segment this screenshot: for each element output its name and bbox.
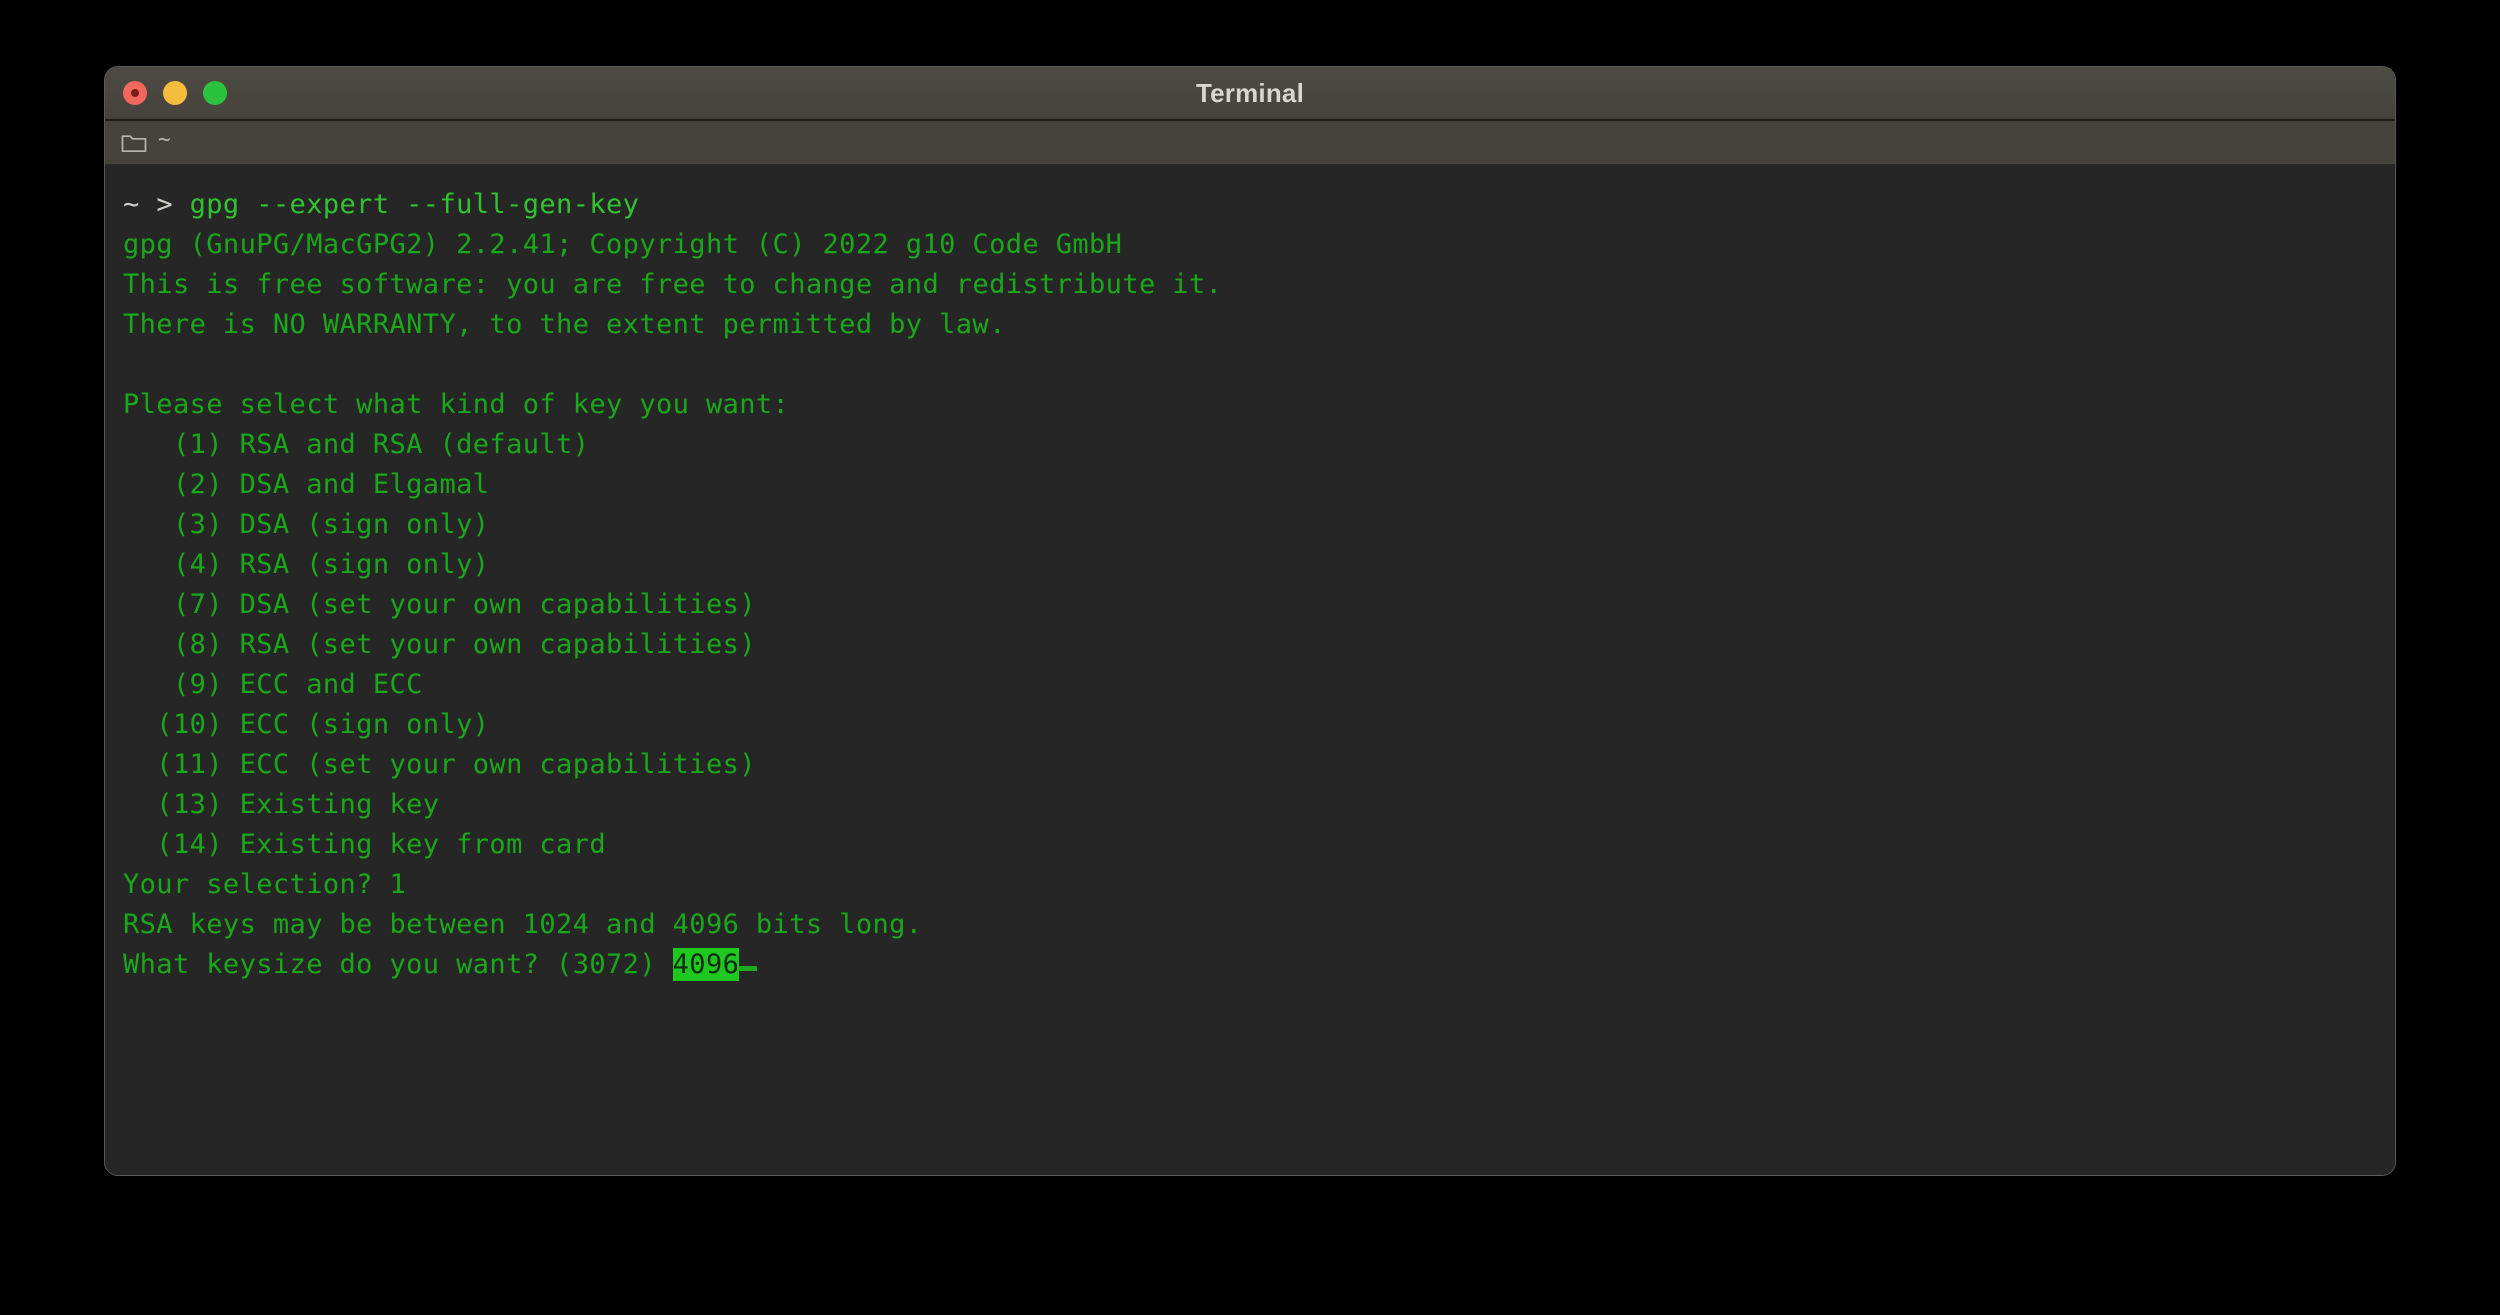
prompt-spacer-1 <box>140 189 157 220</box>
text-cursor <box>739 966 757 971</box>
prompt-path: ~ <box>123 189 140 220</box>
keysize-prompt-line: What keysize do you want? (3072) 4096 <box>123 945 2395 985</box>
close-button[interactable] <box>123 81 147 105</box>
terminal-output-line: (10) ECC (sign only) <box>123 705 2395 745</box>
terminal-output-area[interactable]: ~ > gpg --expert --full-gen-key gpg (Gnu… <box>105 165 2395 1175</box>
terminal-output-line: (13) Existing key <box>123 785 2395 825</box>
window-titlebar: Terminal <box>105 67 2395 121</box>
terminal-output-line: (8) RSA (set your own capabilities) <box>123 625 2395 665</box>
traffic-light-group <box>123 67 227 119</box>
terminal-output-line: This is free software: you are free to c… <box>123 265 2395 305</box>
terminal-output-line: (2) DSA and Elgamal <box>123 465 2395 505</box>
terminal-output-line: Your selection? 1 <box>123 865 2395 905</box>
maximize-button[interactable] <box>203 81 227 105</box>
terminal-output-lines: gpg (GnuPG/MacGPG2) 2.2.41; Copyright (C… <box>123 225 2395 945</box>
terminal-output-line: (9) ECC and ECC <box>123 665 2395 705</box>
typed-command: gpg --expert --full-gen-key <box>190 189 640 220</box>
terminal-output-line: (11) ECC (set your own capabilities) <box>123 745 2395 785</box>
close-icon <box>131 89 139 97</box>
terminal-output-line: (4) RSA (sign only) <box>123 545 2395 585</box>
terminal-output-line: RSA keys may be between 1024 and 4096 bi… <box>123 905 2395 945</box>
terminal-output-line: (7) DSA (set your own capabilities) <box>123 585 2395 625</box>
terminal-prompt-line: ~ > gpg --expert --full-gen-key <box>123 185 2395 225</box>
tab-label-path: ~ <box>158 129 171 150</box>
prompt-symbol: > <box>156 189 173 220</box>
terminal-output-line: (1) RSA and RSA (default) <box>123 425 2395 465</box>
desktop-background: Terminal ~ ~ > gpg --expert --full-gen-k… <box>0 0 2500 1315</box>
terminal-window: Terminal ~ ~ > gpg --expert --full-gen-k… <box>104 66 2396 1176</box>
prompt-spacer-2 <box>173 189 190 220</box>
tab-bar[interactable]: ~ <box>105 121 2395 165</box>
terminal-output-line: There is NO WARRANTY, to the extent perm… <box>123 305 2395 345</box>
window-title: Terminal <box>105 78 2395 109</box>
minimize-button[interactable] <box>163 81 187 105</box>
terminal-output-line: gpg (GnuPG/MacGPG2) 2.2.41; Copyright (C… <box>123 225 2395 265</box>
keysize-question: What keysize do you want? (3072) <box>123 949 673 980</box>
terminal-output-line: Please select what kind of key you want: <box>123 385 2395 425</box>
terminal-output-line <box>123 345 2395 385</box>
terminal-output-line: (14) Existing key from card <box>123 825 2395 865</box>
keysize-input-value[interactable]: 4096 <box>673 948 740 981</box>
folder-icon <box>121 132 147 153</box>
terminal-output-line: (3) DSA (sign only) <box>123 505 2395 545</box>
